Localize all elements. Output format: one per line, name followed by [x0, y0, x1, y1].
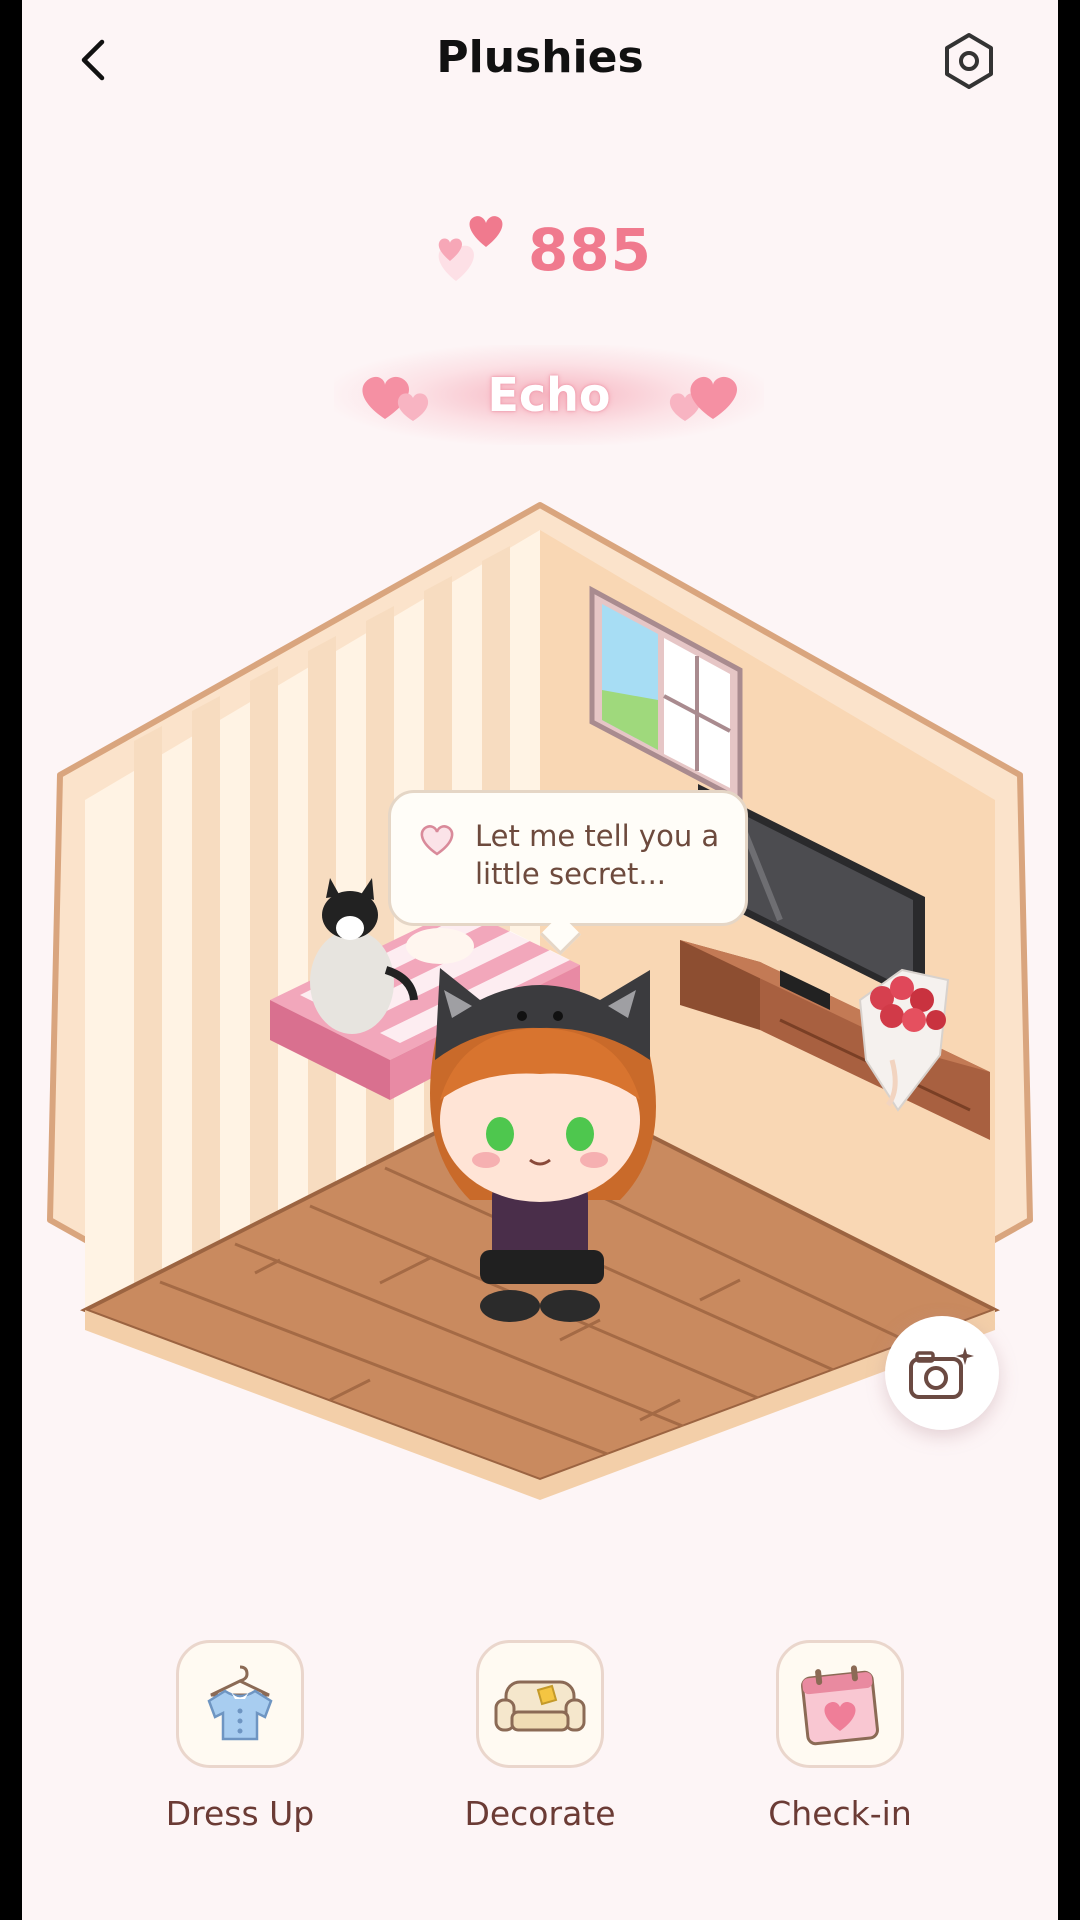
page-title: Plushies [436, 32, 644, 83]
action-bar: Dress Up Decorate Check-in [22, 1640, 1058, 1840]
settings-button[interactable] [936, 28, 1002, 94]
check-in-label: Check-in [768, 1794, 912, 1833]
decorate-button[interactable]: Decorate [440, 1640, 640, 1833]
check-in-tile[interactable] [776, 1640, 904, 1768]
affection-counter: 885 [22, 210, 1058, 290]
dress-up-label: Dress Up [165, 1794, 315, 1833]
hearts-left-icon [362, 376, 429, 421]
sofa-icon [494, 1680, 586, 1732]
shirt-hanger-icon [207, 1665, 273, 1741]
top-bar: Plushies [22, 0, 1058, 120]
decorate-label: Decorate [464, 1794, 616, 1833]
heart-icon [420, 825, 454, 856]
affection-count: 885 [527, 216, 653, 284]
dress-up-tile[interactable] [176, 1640, 304, 1768]
character-name-banner: Echo [334, 345, 764, 445]
camera-button[interactable] [885, 1316, 999, 1430]
hexagon-settings-icon [945, 33, 993, 89]
speech-bubble[interactable]: Let me tell you a little secret... [388, 790, 748, 926]
speech-line-2: little secret... [475, 857, 667, 891]
decorate-tile[interactable] [476, 1640, 604, 1768]
hearts-right-icon [669, 376, 737, 421]
floating-hearts-icon [438, 216, 503, 281]
camera-sparkle-icon [909, 1347, 974, 1399]
plushies-screen: Plushies 885 Echo Let me tell you a litt… [22, 0, 1058, 1920]
check-in-button[interactable]: Check-in [740, 1640, 940, 1833]
speech-line-1: Let me tell you a [475, 819, 720, 853]
character-name: Echo [487, 368, 611, 422]
calendar-heart-icon [801, 1665, 879, 1746]
dress-up-button[interactable]: Dress Up [140, 1640, 340, 1833]
